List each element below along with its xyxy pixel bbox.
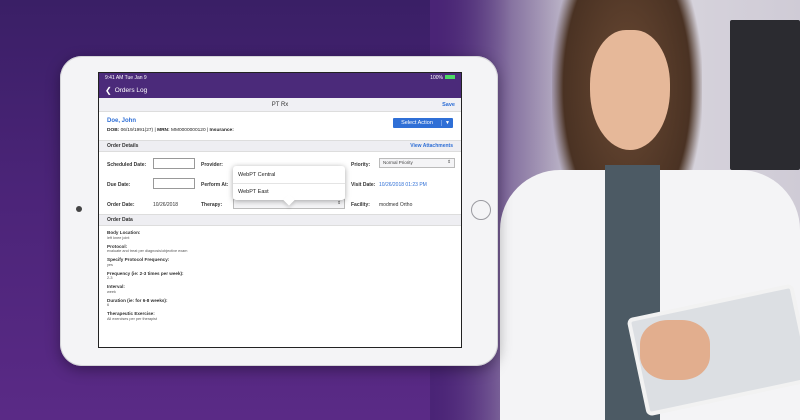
order-data-field-label: Therapeutic Exercise: bbox=[107, 311, 155, 316]
order-data-field-value: All exercises per per therapist bbox=[107, 316, 158, 321]
order-data-field: Duration (ie: for 6-8 weeks): 6 bbox=[107, 298, 453, 308]
doctor-face bbox=[590, 30, 670, 150]
save-button[interactable]: Save bbox=[442, 102, 455, 108]
status-bar: 9:41 AM Tue Jan 9 100% bbox=[99, 73, 461, 82]
order-details-header: Order Details View Attachments bbox=[99, 140, 461, 152]
back-chevron-icon[interactable]: ❮ bbox=[105, 86, 112, 95]
facility-value: modmed Ortho bbox=[379, 202, 413, 208]
app-screen: 9:41 AM Tue Jan 9 100% ❮ Orders Log PT R… bbox=[98, 72, 462, 348]
home-button[interactable] bbox=[471, 200, 491, 220]
order-date-label: Order Date: bbox=[107, 202, 135, 208]
due-date-input[interactable] bbox=[153, 178, 195, 189]
back-button[interactable]: Orders Log bbox=[115, 87, 148, 94]
order-data-header: Order Data bbox=[99, 214, 461, 226]
order-data-field-value: 6 bbox=[107, 303, 110, 307]
visit-date-label: Visit Date: bbox=[351, 182, 376, 188]
order-data-field: Interval: week bbox=[107, 284, 453, 294]
order-data-field-label: Specify Protocol Frequency: bbox=[107, 257, 170, 262]
order-date-value: 10/26/2018 bbox=[153, 202, 179, 208]
order-data-field-label: Interval: bbox=[107, 284, 125, 289]
priority-label: Priority: bbox=[351, 162, 371, 168]
facility-label: Facility: bbox=[351, 202, 370, 208]
order-details-title: Order Details bbox=[107, 143, 139, 149]
status-time: 9:41 AM Tue Jan 9 bbox=[105, 74, 147, 81]
order-data-title: Order Data bbox=[107, 217, 133, 223]
order-data-field-label: Duration (ie: for 6-8 weeks): bbox=[107, 297, 168, 303]
order-data-field-value: yes bbox=[107, 262, 113, 267]
order-data-field-value: evaluate and treat per diagnosis/objecti… bbox=[107, 249, 188, 253]
page-title: PT Rx bbox=[271, 101, 289, 108]
therapy-label: Therapy: bbox=[201, 202, 223, 208]
order-data-field-label: Protocol: bbox=[107, 243, 128, 249]
wall-rack bbox=[730, 20, 800, 170]
scheduled-date-input[interactable] bbox=[153, 158, 195, 169]
view-attachments-link[interactable]: View Attachments bbox=[410, 143, 453, 149]
order-data-field: Body Location: left knee joint bbox=[107, 230, 453, 240]
select-action-label: Select Action bbox=[401, 120, 433, 126]
nav-bar: ❮ Orders Log bbox=[99, 82, 461, 98]
patient-header: Doe, John DOB: 06/19/1991(27) | MRN: MM0… bbox=[99, 112, 461, 140]
due-date-label: Due Date: bbox=[107, 182, 131, 188]
visit-date-value[interactable]: 10/26/2018 01:23 PM bbox=[379, 182, 427, 188]
select-action-button[interactable]: Select Action ▼ bbox=[393, 118, 453, 128]
order-data-field-value: week bbox=[107, 289, 116, 294]
order-data-field-label: Frequency (ie: 2-3 times per week): bbox=[107, 270, 184, 276]
provider-option[interactable]: WebPT Central bbox=[233, 166, 345, 183]
scheduled-date-label: Scheduled Date: bbox=[107, 162, 147, 168]
priority-select[interactable]: Normal Priority ⇕ bbox=[379, 158, 455, 168]
caret-down-icon[interactable]: ▼ bbox=[441, 120, 453, 126]
order-data-field-value: left knee joint bbox=[107, 235, 130, 240]
order-data-list: Body Location: left knee joint Protocol: ev… bbox=[99, 230, 461, 321]
battery-icon bbox=[445, 75, 455, 80]
perform-at-label: Perform At: bbox=[201, 182, 229, 188]
order-data-field: Frequency (ie: 2-3 times per week): 2-3 bbox=[107, 271, 453, 281]
patient-demographics: DOB: 06/19/1991(27) | MRN: MM0000000120 … bbox=[107, 128, 234, 133]
order-data-field: Therapeutic Exercise: All exercises per p… bbox=[107, 311, 453, 321]
chevron-down-icon: ⇕ bbox=[447, 159, 451, 164]
provider-label: Provider: bbox=[201, 162, 223, 168]
order-data-field: Protocol: evaluate and treat per diagnosi… bbox=[107, 244, 453, 254]
chevron-down-icon: ⇕ bbox=[337, 200, 341, 205]
order-data-field-label: Body Location: bbox=[107, 230, 141, 235]
order-data-field-value: 2-3 bbox=[107, 276, 113, 280]
status-battery: 100% bbox=[430, 75, 455, 81]
title-bar: PT Rx Save bbox=[99, 98, 461, 112]
camera-icon bbox=[76, 206, 82, 212]
provider-popover: WebPT Central WebPT East bbox=[233, 166, 345, 206]
order-data-field: Specify Protocol Frequency: yes bbox=[107, 257, 453, 267]
doctor-hand bbox=[640, 320, 710, 380]
